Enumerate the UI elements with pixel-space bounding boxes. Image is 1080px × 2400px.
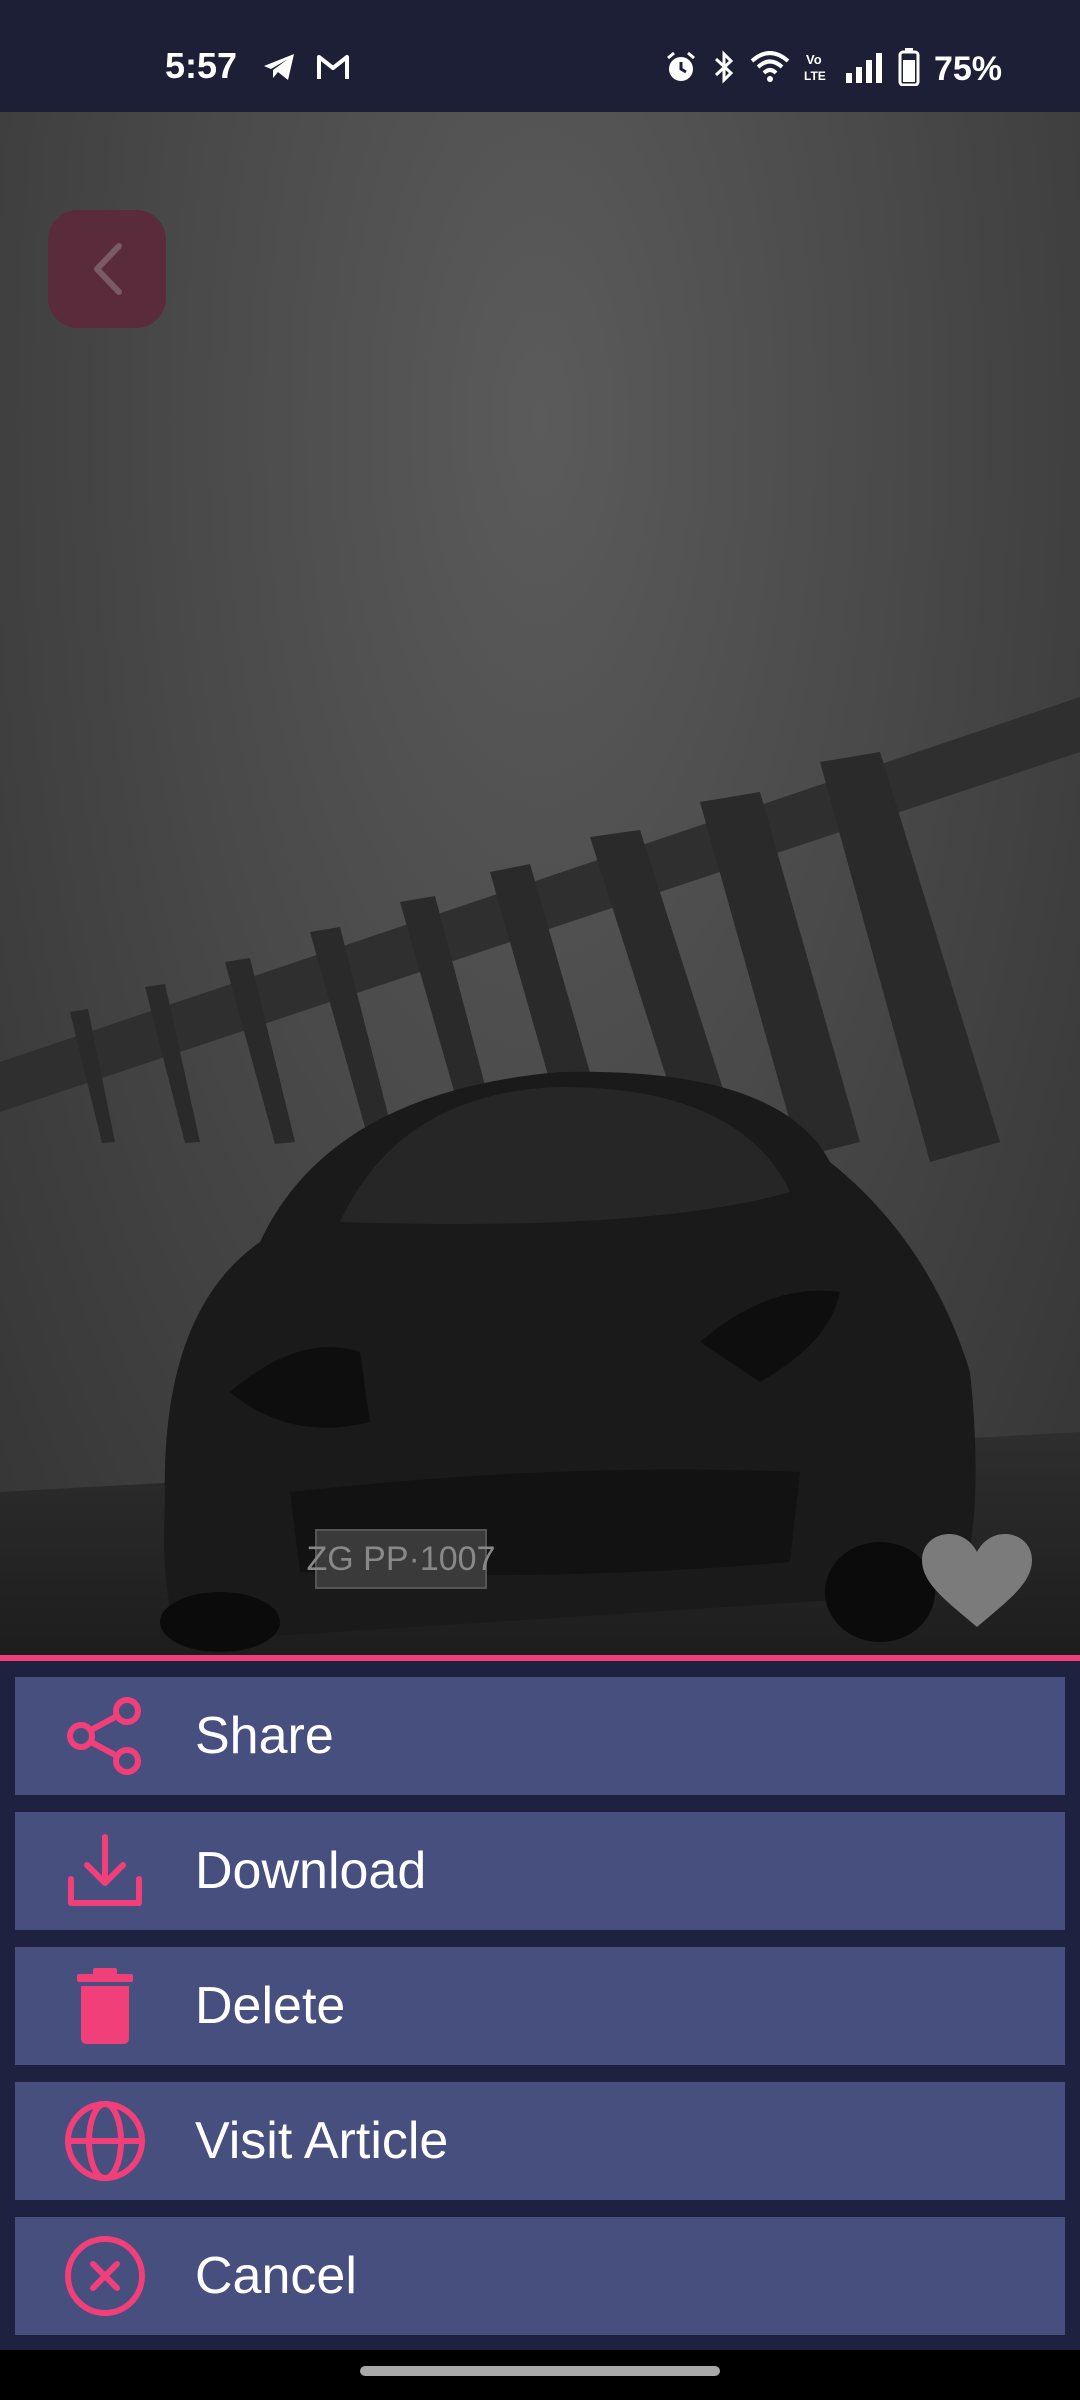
cancel-button[interactable]: Cancel bbox=[15, 2217, 1065, 2335]
download-label: Download bbox=[195, 1842, 427, 1900]
cancel-icon bbox=[15, 2217, 195, 2335]
article-image: ZG PP·1007 bbox=[0, 112, 1080, 1657]
globe-icon bbox=[15, 2082, 195, 2200]
telegram-icon bbox=[262, 52, 296, 87]
signal-icon bbox=[844, 51, 884, 88]
delete-button[interactable]: Delete bbox=[15, 1947, 1065, 2065]
status-right-icons: Vo LTE 75% bbox=[664, 48, 1002, 91]
battery-percent: 75% bbox=[933, 50, 1002, 88]
visit-article-label: Visit Article bbox=[195, 2112, 449, 2170]
visit-article-button[interactable]: Visit Article bbox=[15, 2082, 1065, 2200]
home-indicator[interactable] bbox=[360, 2366, 720, 2376]
back-button[interactable] bbox=[48, 210, 166, 328]
delete-label: Delete bbox=[195, 1977, 346, 2035]
share-icon bbox=[15, 1677, 195, 1795]
like-button[interactable] bbox=[918, 1532, 1036, 1637]
chevron-left-icon bbox=[94, 243, 122, 295]
alarm-icon bbox=[664, 50, 698, 89]
wifi-icon bbox=[750, 51, 790, 88]
download-icon bbox=[15, 1812, 195, 1930]
bluetooth-icon bbox=[712, 50, 736, 89]
volte-icon: Vo LTE bbox=[804, 50, 830, 89]
download-button[interactable]: Download bbox=[15, 1812, 1065, 1930]
battery-icon bbox=[898, 48, 920, 91]
share-label: Share bbox=[195, 1707, 334, 1765]
license-plate-text: ZG PP·1007 bbox=[307, 1540, 496, 1578]
heart-icon bbox=[922, 1534, 1032, 1627]
status-left-icons bbox=[262, 52, 350, 87]
car-bridge-photo: ZG PP·1007 bbox=[0, 697, 1080, 1657]
share-button[interactable]: Share bbox=[15, 1677, 1065, 1795]
gmail-icon bbox=[316, 53, 350, 86]
status-time: 5:57 bbox=[165, 45, 238, 86]
svg-text:Vo: Vo bbox=[806, 52, 822, 67]
cancel-label: Cancel bbox=[195, 2247, 357, 2305]
status-bar: 5:57 Vo LTE 75% bbox=[0, 0, 1080, 112]
svg-text:LTE: LTE bbox=[804, 69, 826, 83]
trash-icon bbox=[15, 1947, 195, 2065]
action-sheet: Share Download Delete Visit Article Canc… bbox=[0, 1661, 1080, 2366]
